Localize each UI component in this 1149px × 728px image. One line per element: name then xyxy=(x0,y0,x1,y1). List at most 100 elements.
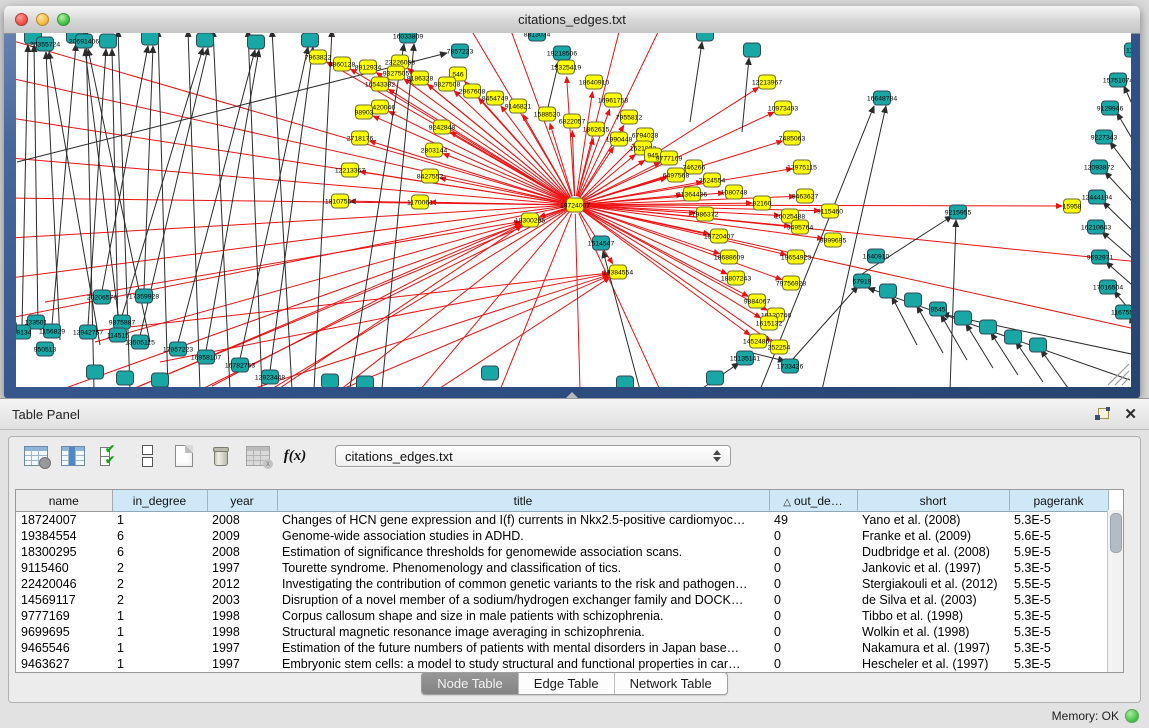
scrollbar-thumb[interactable] xyxy=(1110,513,1122,553)
graph-node[interactable]: 252254 xyxy=(768,340,791,354)
graph-node[interactable]: 16033809 xyxy=(393,33,423,43)
graph-node[interactable]: 19654923 xyxy=(781,250,811,264)
graph-node[interactable]: 1112 xyxy=(1125,43,1132,57)
clear-selection-button[interactable] xyxy=(134,444,160,468)
table-row[interactable]: 969969511998Structural magnetic resonanc… xyxy=(16,624,1108,640)
window-titlebar[interactable]: citations_edges.txt xyxy=(4,6,1140,34)
graph-node[interactable]: 17016504 xyxy=(1093,280,1123,294)
graph-node[interactable] xyxy=(707,371,724,385)
tab-edge-table[interactable]: Edge Table xyxy=(518,673,614,694)
graph-node[interactable]: 67919 xyxy=(853,274,872,288)
graph-node[interactable] xyxy=(16,321,17,335)
graph-node[interactable] xyxy=(905,293,922,307)
graph-node[interactable]: 9215955 xyxy=(945,205,972,219)
graph-node[interactable]: 82160 xyxy=(753,196,772,210)
network-canvas[interactable]: 1872400779638228860128891293423226058932… xyxy=(16,33,1131,387)
graph-node[interactable]: 8813034 xyxy=(524,33,551,41)
graph-node[interactable]: 98903 xyxy=(355,105,374,119)
new-table-button[interactable] xyxy=(171,444,197,468)
graph-node[interactable] xyxy=(248,35,265,49)
close-panel-button[interactable]: ✕ xyxy=(1124,408,1137,421)
graph-node[interactable]: 2718176 xyxy=(347,131,374,145)
graph-node[interactable]: 1080748 xyxy=(721,185,748,199)
table-row[interactable]: 946554611997Estimation of the future num… xyxy=(16,640,1108,656)
graph-node[interactable]: 2803144 xyxy=(421,143,448,157)
graph-node[interactable]: 12325419 xyxy=(551,60,581,74)
graph-node[interactable]: 9227343 xyxy=(1091,130,1118,144)
table-row[interactable]: 911546021997Tourette syndrome. Phenomeno… xyxy=(16,560,1108,576)
graph-node[interactable]: 15720407 xyxy=(704,229,734,243)
table-selector-dropdown[interactable]: citations_edges.txt xyxy=(335,445,731,467)
float-panel-button[interactable] xyxy=(1095,408,1110,421)
table-settings-button[interactable] xyxy=(23,444,49,468)
graph-node[interactable]: 8912934 xyxy=(355,60,382,74)
graph-node[interactable]: 21364436 xyxy=(677,187,707,201)
table-vertical-scrollbar[interactable] xyxy=(1107,510,1123,672)
graph-node[interactable]: 10688609 xyxy=(714,250,744,264)
graph-node[interactable] xyxy=(142,33,159,45)
graph-node[interactable]: 12093872 xyxy=(1084,160,1114,174)
graph-node[interactable]: 12923448 xyxy=(255,370,285,384)
graph-node[interactable] xyxy=(152,373,169,387)
graph-node[interactable]: 9545 xyxy=(930,302,947,316)
graph-node[interactable]: 12444194 xyxy=(1082,190,1112,204)
column-visibility-button[interactable] xyxy=(60,444,86,468)
graph-node[interactable]: 18107554 xyxy=(325,194,355,208)
graph-node[interactable] xyxy=(87,365,104,379)
graph-node[interactable]: 6822057 xyxy=(559,114,586,128)
graph-node[interactable]: 1170061 xyxy=(407,195,433,209)
graph-node[interactable] xyxy=(744,43,761,57)
graph-node[interactable]: 12213367 xyxy=(335,163,365,177)
graph-node[interactable]: 3624554 xyxy=(699,173,726,187)
table-row[interactable]: 1938455462009Genome-wide association stu… xyxy=(16,528,1108,544)
column-header-short[interactable]: short xyxy=(857,490,1009,512)
graph-node[interactable]: 1862615 xyxy=(583,122,610,136)
function-builder-button[interactable]: f(x) xyxy=(282,444,308,468)
graph-node[interactable]: 9899695 xyxy=(820,233,847,247)
graph-node[interactable]: 1167553 xyxy=(1111,305,1131,319)
graph-node[interactable]: 1640910 xyxy=(863,249,890,263)
graph-node[interactable] xyxy=(955,311,972,325)
graph-node[interactable]: 79756928 xyxy=(776,276,806,290)
graph-node[interactable]: 9129946 xyxy=(1097,101,1124,115)
graph-node[interactable] xyxy=(880,284,897,298)
graph-node[interactable]: 9692971 xyxy=(1087,250,1114,264)
graph-node[interactable] xyxy=(197,33,214,47)
graph-node[interactable]: 8860128 xyxy=(329,57,356,71)
graph-node[interactable]: 1733426 xyxy=(777,359,804,373)
graph-node[interactable]: 1514547 xyxy=(588,236,615,250)
graph-node[interactable]: 12213967 xyxy=(752,75,782,89)
graph-node[interactable]: 950513 xyxy=(34,342,57,356)
graph-node[interactable]: 1990448 xyxy=(606,132,633,146)
graph-node[interactable] xyxy=(117,371,134,385)
graph-node[interactable] xyxy=(322,374,339,387)
column-header-title[interactable]: title xyxy=(277,490,769,512)
panel-splitter-handle[interactable] xyxy=(566,392,578,398)
graph-node[interactable]: 12975115 xyxy=(787,160,817,174)
graph-node[interactable]: 16210643 xyxy=(1081,220,1111,234)
graph-node[interactable] xyxy=(302,33,319,47)
resize-grip[interactable] xyxy=(1108,364,1129,385)
graph-node[interactable]: 16648784 xyxy=(867,91,897,105)
graph-node[interactable]: 19218506 xyxy=(547,46,577,60)
graph-node[interactable] xyxy=(697,33,714,41)
delete-table-button[interactable] xyxy=(208,444,234,468)
graph-node[interactable] xyxy=(1005,330,1022,344)
table-row[interactable]: 2242004622012Investigating the contribut… xyxy=(16,576,1108,592)
column-header-year[interactable]: year xyxy=(207,490,277,512)
table-row[interactable]: 977716911998Corpus callosum shape and si… xyxy=(16,608,1108,624)
graph-node[interactable]: 9463627 xyxy=(792,189,819,203)
graph-node[interactable]: 114515 xyxy=(107,328,129,342)
graph-node[interactable]: 9146821 xyxy=(505,99,532,113)
graph-node[interactable] xyxy=(100,34,117,48)
graph-node[interactable]: 6794028 xyxy=(632,128,659,142)
table-row[interactable]: 1456911722003Disruption of a novel membe… xyxy=(16,592,1108,608)
graph-node[interactable]: 15751074 xyxy=(1103,73,1131,87)
graph-node[interactable] xyxy=(1030,338,1047,352)
graph-node[interactable]: 15958 xyxy=(1063,199,1082,213)
column-header-pagerank[interactable]: pagerank xyxy=(1009,490,1108,512)
graph-node[interactable]: 7485063 xyxy=(779,131,806,145)
graph-node[interactable]: 9115460 xyxy=(817,204,843,218)
graph-node[interactable]: 15135141 xyxy=(730,351,760,365)
column-header-in_degree[interactable]: in_degree xyxy=(112,490,207,512)
